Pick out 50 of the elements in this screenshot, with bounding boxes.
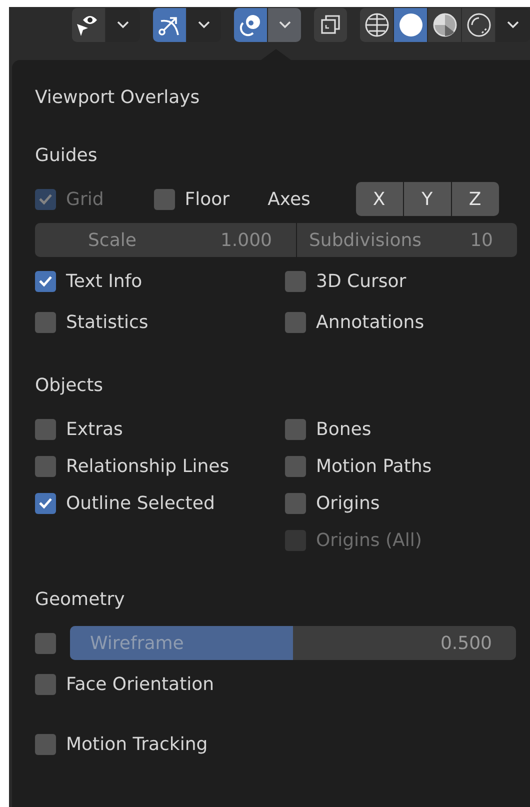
checkbox[interactable]: 3D Cursor bbox=[285, 270, 406, 292]
overlapping-circles-icon bbox=[238, 13, 262, 37]
chevron-icon bbox=[507, 21, 520, 29]
field-value: 1.000 bbox=[220, 230, 272, 250]
field-value: 10 bbox=[470, 230, 493, 250]
section-heading: Objects bbox=[35, 374, 104, 398]
checkbox[interactable]: Floor bbox=[154, 188, 230, 210]
chevron-icon bbox=[116, 21, 129, 29]
checkbox[interactable]: Annotations bbox=[285, 312, 424, 332]
toolbar-button[interactable] bbox=[462, 8, 496, 42]
toolbar-button[interactable] bbox=[234, 8, 267, 42]
toolbar-button[interactable] bbox=[428, 8, 462, 42]
toolbar-button[interactable] bbox=[152, 8, 186, 42]
axis-toggle[interactable]: X bbox=[356, 182, 403, 216]
solid-sphere-icon bbox=[398, 12, 424, 38]
half-shaded-sphere-icon bbox=[432, 12, 458, 38]
chevron-icon bbox=[198, 21, 210, 29]
checkbox[interactable]: Text Info bbox=[35, 270, 142, 292]
toolbar-button[interactable] bbox=[314, 8, 348, 42]
checkbox[interactable]: Motion Tracking bbox=[35, 734, 208, 754]
axis-toggle[interactable]: Y bbox=[404, 182, 451, 216]
slider-label: Wireframe bbox=[90, 632, 184, 654]
checkmark-icon bbox=[38, 193, 53, 205]
axis-toggle[interactable]: Z bbox=[452, 182, 499, 216]
chevron-icon bbox=[278, 21, 291, 29]
checkmark-icon bbox=[38, 275, 53, 287]
xray-icon bbox=[318, 13, 343, 37]
checkbox[interactable]: Face Orientation bbox=[35, 674, 214, 694]
toolbar-button[interactable] bbox=[72, 8, 105, 42]
wireframe-slider[interactable]: Wireframe 0.500 bbox=[70, 626, 516, 660]
axes-label: Axes bbox=[268, 188, 312, 210]
checkmark-icon bbox=[38, 497, 53, 509]
section-heading: Guides bbox=[35, 144, 98, 168]
section-heading: Geometry bbox=[35, 588, 126, 612]
toolbar-button[interactable] bbox=[360, 8, 394, 42]
dropdown-button[interactable] bbox=[268, 8, 302, 42]
wireframe-sphere-icon bbox=[364, 12, 390, 38]
checkbox[interactable]: Motion Paths bbox=[285, 456, 432, 476]
checkbox[interactable]: Origins bbox=[285, 492, 380, 514]
field-label: Subdivisions bbox=[309, 230, 422, 250]
checkbox[interactable]: Statistics bbox=[35, 312, 148, 332]
checkbox[interactable]: Bones bbox=[285, 418, 372, 440]
checkbox[interactable]: Outline Selected bbox=[35, 492, 215, 514]
popover-title: Viewport Overlays bbox=[35, 86, 201, 110]
checkbox[interactable]: Extras bbox=[35, 418, 123, 440]
field-label: Scale bbox=[88, 230, 136, 250]
checkbox[interactable]: Relationship Lines bbox=[35, 456, 230, 476]
slider-value: 0.500 bbox=[440, 632, 492, 654]
glossy-sphere-icon bbox=[466, 12, 492, 38]
checkbox[interactable] bbox=[35, 632, 56, 654]
